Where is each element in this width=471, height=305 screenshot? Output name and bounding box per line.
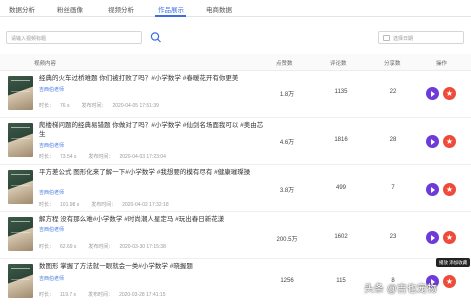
author-name[interactable]: 吉西伯老师 [39,142,64,149]
table-row: 平方差公式 图形化来了解一下#小学数学 #我想要的模有尽有 #健康璀璨操 吉西伯… [0,165,471,212]
comments-count: 499 [335,185,346,191]
duration-value: 101.98 s [60,202,80,208]
tab-data-analysis[interactable]: 数据分析 [9,4,35,14]
likes-count: 200.5万 [276,237,298,243]
author-name[interactable]: 吉西伯老师 [39,275,64,282]
search-input[interactable]: 请输入视频标题 [6,31,142,44]
video-title[interactable]: 爬楼梯问题的经典易错题 你做对了吗？#小学数学 #仙剑名场面我可以 #奥由芯生 [39,122,269,139]
tab-bar: 数据分析 粉丝画像 视频分析 作品展示 电商数据 [0,0,471,17]
favorite-button[interactable]: ★ [443,135,456,148]
tab-works-display[interactable]: 作品展示 [158,4,184,14]
author-name[interactable]: 吉西伯老师 [39,226,64,233]
calendar-icon [383,35,390,41]
likes-count: 4.6万 [279,140,295,146]
star-icon: ★ [445,185,454,194]
star-icon: ★ [445,277,454,286]
video-meta: 时长： 101.98 s 发布时间： 2020-04-02 17:32:18 [39,201,181,208]
play-button[interactable] [426,183,439,196]
video-title[interactable]: 数图形 掌握了方法就一眼就会一类#小学数学 #晓握题 [39,263,269,272]
video-meta: 时长： 119.7 s 发布时间： 2020-03-28 17:41:15 [39,291,178,298]
published-value: 2020-04-05 17:51:39 [112,103,159,109]
favorite-button[interactable]: ★ [443,183,456,196]
video-title[interactable]: 经典的火车过桥难题 你们被打败了吗？#小学数学 #春暖花开有你更美 [39,75,269,84]
video-thumbnail[interactable] [8,76,33,110]
duration-value: 62.69 s [60,244,77,250]
star-icon: ★ [445,89,454,98]
video-title[interactable]: 解方程 没有那么难#小学数学 #时尚潮人星定马 #玩出春日新花漾 [39,216,269,225]
duration-label: 时长： [39,103,55,109]
published-value: 2020-03-30 17:15:38 [119,244,166,250]
favorite-button[interactable]: ★ [443,275,456,288]
tooltip-play: 播放 [439,260,448,265]
likes-count: 3.8万 [279,188,295,194]
duration-label: 时长： [39,154,55,160]
table-row: 经典的火车过桥难题 你们被打败了吗？#小学数学 #春暖花开有你更美 吉西伯老师 … [0,71,471,118]
author-name[interactable]: 吉西伯老师 [39,86,64,93]
video-meta: 时长： 76 s 发布时间： 2020-04-05 17:51:39 [39,102,171,109]
shares-count: 28 [389,137,397,143]
shares-count: 22 [389,89,397,95]
video-meta: 时长： 73.54 s 发布时间： 2020-04-03 17:23:04 [39,153,178,160]
video-meta: 时长： 62.69 s 发布时间： 2020-03-30 17:15:38 [39,243,178,250]
video-thumbnail[interactable] [8,170,33,204]
duration-value: 119.7 s [60,292,77,298]
play-button[interactable] [426,231,439,244]
active-tab-indicator [155,15,186,17]
tab-video-analysis[interactable]: 视频分析 [108,4,134,14]
duration-value: 76 s [60,103,70,109]
published-label: 发布时间： [88,292,114,298]
tooltip: 播放 添加收藏 [436,258,471,267]
published-label: 发布时间： [88,244,114,250]
tooltip-favorite: 添加收藏 [449,260,468,265]
play-button[interactable] [426,87,439,100]
comments-count: 115 [336,278,346,284]
date-picker[interactable]: 选择日期 [378,31,464,44]
search-button[interactable] [150,31,162,44]
date-picker-placeholder: 选择日期 [393,36,414,42]
video-title[interactable]: 平方差公式 图形化来了解一下#小学数学 #我想要的模有尽有 #健康璀璨操 [39,169,269,178]
video-thumbnail[interactable] [8,123,33,157]
column-actions: 操作 [436,61,448,67]
table-header: 视频内容 点赞数 评论数 分享数 操作 [0,54,471,71]
duration-label: 时长： [39,292,55,298]
duration-label: 时长： [39,202,55,208]
comments-count: 1816 [334,137,348,143]
published-label: 发布时间： [81,103,107,109]
search-icon [150,32,161,43]
comments-count: 1135 [334,89,348,95]
column-shares[interactable]: 分享数 [384,59,401,67]
column-video: 视频内容 [34,61,57,67]
duration-label: 时长： [39,244,55,250]
duration-value: 73.54 s [60,154,77,160]
published-label: 发布时间： [88,154,114,160]
table-row: 解方程 没有那么难#小学数学 #时尚潮人星定马 #玩出春日新花漾 吉西伯老师 时… [0,212,471,259]
published-value: 2020-04-02 17:32:18 [122,202,169,208]
column-likes[interactable]: 点赞数 [276,59,293,67]
star-icon: ★ [445,233,454,242]
tab-ecommerce-data[interactable]: 电商数据 [206,4,232,14]
tab-fan-profile[interactable]: 粉丝画像 [57,4,83,14]
watermark: 头条 @吉也宠物 [364,284,437,295]
published-value: 2020-03-28 17:41:15 [119,292,166,298]
comments-count: 1602 [334,234,348,240]
video-thumbnail[interactable] [8,264,33,298]
author-name[interactable]: 吉西伯老师 [39,189,64,196]
shares-count: 7 [391,185,395,191]
play-button[interactable] [426,135,439,148]
favorite-button[interactable]: ★ [443,87,456,100]
likes-count: 1.8万 [279,92,295,98]
published-value: 2020-04-03 17:23:04 [119,154,166,160]
video-thumbnail[interactable] [8,217,33,251]
likes-count: 1256 [280,278,294,284]
table-row: 爬楼梯问题的经典易错题 你做对了吗？#小学数学 #仙剑名场面我可以 #奥由芯生 … [0,118,471,165]
favorite-button[interactable]: ★ [443,231,456,244]
star-icon: ★ [445,137,454,146]
published-label: 发布时间： [91,202,117,208]
shares-count: 23 [389,234,397,240]
column-comments[interactable]: 评论数 [330,59,347,67]
